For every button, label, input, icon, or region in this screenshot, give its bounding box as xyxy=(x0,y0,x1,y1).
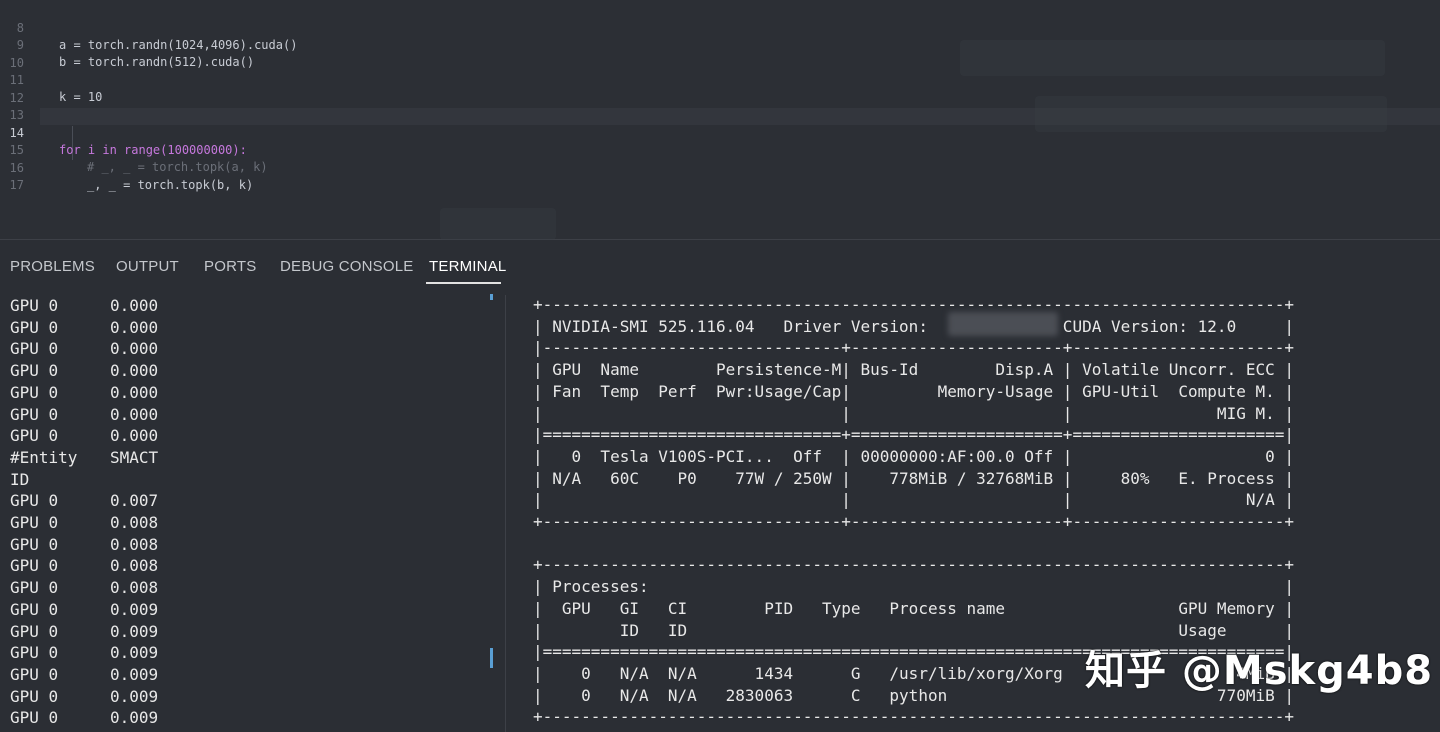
terminal-cell: GPU 0 xyxy=(10,621,59,641)
smi-line: +---------------------------------------… xyxy=(533,295,1294,314)
terminal-cell: GPU 0 xyxy=(10,686,59,706)
terminal-cell: 0.007 xyxy=(110,491,159,511)
smi-line: | GPU GI CI PID Type Process name GPU Me… xyxy=(533,598,1294,618)
redacted-driver-version xyxy=(948,312,1058,336)
terminal-cell: GPU 0 xyxy=(10,382,59,402)
scroll-marker xyxy=(490,294,493,300)
smi-line: | GPU Name Persistence-M| Bus-Id Disp.A … xyxy=(533,360,1294,380)
smi-line: |===============================+=======… xyxy=(533,425,1294,445)
terminal-cell: 0.009 xyxy=(110,599,159,619)
active-tab-indicator xyxy=(426,282,501,284)
smi-line: | | | N/A | xyxy=(533,490,1294,510)
watermark: 知乎 @Mskg4b8 xyxy=(1085,648,1434,694)
terminal-cell: 0.009 xyxy=(110,621,159,641)
terminal-cell: GPU 0 xyxy=(10,534,59,554)
code-line[interactable]: 15 # _, _ = torch.topk(a, k) xyxy=(0,125,600,174)
code-line[interactable]: 13 xyxy=(0,90,600,122)
code-line[interactable]: 16 _, _ = torch.topk(b, k) xyxy=(0,143,600,192)
smi-line: +---------------------------------------… xyxy=(533,707,1294,727)
terminal-cell: 0.000 xyxy=(110,426,159,446)
terminal-cell: 0.008 xyxy=(110,578,159,598)
terminal-cell: 0.000 xyxy=(110,382,159,402)
terminal-cell: GPU 0 xyxy=(10,491,59,511)
terminal-cell: ID xyxy=(10,469,30,489)
ghost-overlay xyxy=(440,208,556,240)
code-editor[interactable]: 8 a = torch.randn(1024,4096).cuda() 9 b … xyxy=(0,0,1440,240)
smi-line: | NVIDIA-SMI 525.116.04 Driver Version: … xyxy=(533,316,1294,336)
terminal-cell: SMACT xyxy=(110,447,159,467)
terminal-cell: 0.000 xyxy=(110,404,159,424)
terminal-cell: 0.008 xyxy=(110,534,159,554)
terminal-cell: GPU 0 xyxy=(10,296,59,315)
terminal-cell: GPU 0 xyxy=(10,664,59,684)
terminal-cell: 0.008 xyxy=(110,556,159,576)
smi-line: | | | MIG M. | xyxy=(533,403,1294,423)
line-number: 17 xyxy=(9,178,24,192)
code-line[interactable]: 9 b = torch.randn(512).cuda() xyxy=(0,20,600,69)
code-line[interactable]: 12 xyxy=(0,73,600,105)
ghost-overlay xyxy=(960,40,1385,76)
terminal-cell: GPU 0 xyxy=(10,578,59,598)
smi-line: +-------------------------------+-------… xyxy=(533,512,1294,531)
panel-tab-bar: PROBLEMS OUTPUT PORTS DEBUG CONSOLE TERM… xyxy=(0,241,1440,287)
terminal-cell: 0.000 xyxy=(110,339,159,359)
tab-problems[interactable]: PROBLEMS xyxy=(10,258,95,275)
terminal-cell: GPU 0 xyxy=(10,513,59,532)
code-line[interactable]: 10 xyxy=(0,38,600,70)
terminal-cell: 0.009 xyxy=(110,664,159,684)
tab-ports[interactable]: PORTS xyxy=(204,258,256,275)
smi-line: | 0 Tesla V100S-PCI... Off | 00000000:AF… xyxy=(533,446,1294,466)
terminal-cell: #Entity xyxy=(10,447,78,467)
terminal-cell: GPU 0 xyxy=(10,556,59,576)
smi-line: +---------------------------------------… xyxy=(533,555,1294,575)
terminal-cell: 0.008 xyxy=(110,513,159,532)
code-line-active[interactable]: 14 for i in range(100000000): xyxy=(0,108,600,157)
smi-line: | N/A 60C P0 77W / 250W | 778MiB / 32768… xyxy=(533,468,1294,488)
terminal-cell: 0.000 xyxy=(110,317,159,337)
terminal-cell: GPU 0 xyxy=(10,339,59,359)
terminal-pane-left[interactable]: GPU 0 0.000 GPU 0 0.000 GPU 0 0.000 GPU 0 0.… xyxy=(0,295,500,732)
tab-debug-console[interactable]: DEBUG CONSOLE xyxy=(280,258,413,275)
code-text[interactable]: _, _ = torch.topk(b, k) xyxy=(87,177,253,194)
smi-line: | Processes: | xyxy=(533,577,1294,597)
terminal-cell: GPU 0 xyxy=(10,361,59,381)
tab-terminal[interactable]: TERMINAL xyxy=(429,258,506,275)
code-line[interactable]: 8 a = torch.randn(1024,4096).cuda() xyxy=(0,3,600,52)
terminal-cell: GPU 0 xyxy=(10,426,59,446)
terminal-cell: 0.000 xyxy=(110,296,159,315)
terminal-split-divider[interactable] xyxy=(505,295,506,732)
terminal-cell: GPU 0 xyxy=(10,708,59,728)
terminal-cell: 0.009 xyxy=(110,686,159,706)
tab-output[interactable]: OUTPUT xyxy=(116,258,179,275)
terminal-cell: GPU 0 xyxy=(10,643,59,663)
code-line[interactable]: 17 xyxy=(0,160,600,192)
scroll-marker xyxy=(490,648,493,668)
terminal-cell: GPU 0 xyxy=(10,599,59,619)
terminal-cell: 0.009 xyxy=(110,708,159,728)
code-line[interactable]: 11 k = 10 xyxy=(0,55,600,104)
terminal-cell: GPU 0 xyxy=(10,404,59,424)
smi-line: |-------------------------------+-------… xyxy=(533,338,1294,358)
smi-line: | Fan Temp Perf Pwr:Usage/Cap| Memory-Us… xyxy=(533,381,1294,401)
ghost-overlay xyxy=(1035,96,1387,132)
terminal-cell: 0.000 xyxy=(110,361,159,381)
terminal-cell: GPU 0 xyxy=(10,317,59,337)
terminal-cell: 0.009 xyxy=(110,643,159,663)
